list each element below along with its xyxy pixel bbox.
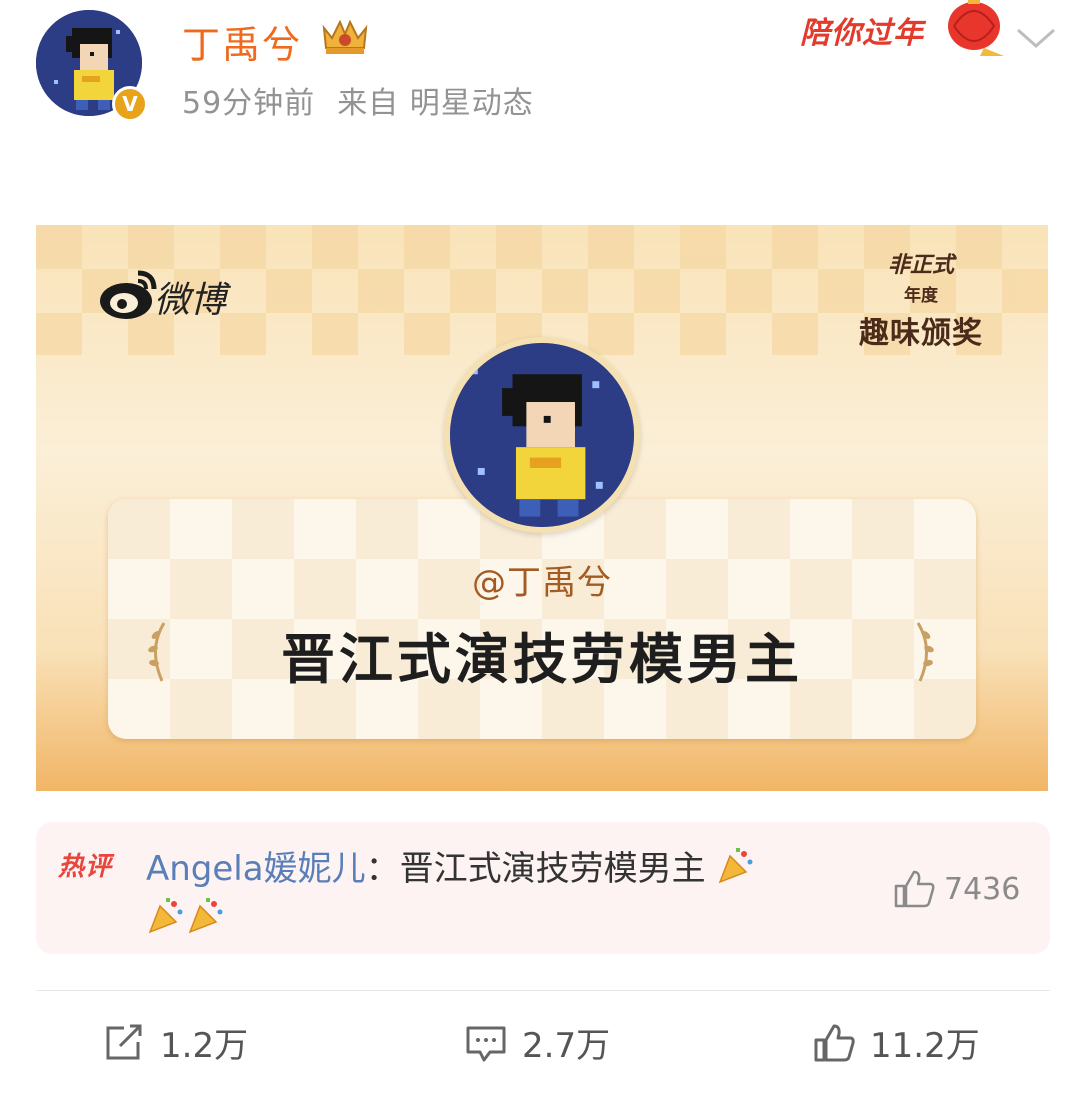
lantern-icon: [948, 0, 1004, 56]
post-source[interactable]: 来自 明星动态: [337, 86, 534, 121]
award-tag-line2: 年度: [904, 286, 938, 306]
like-button[interactable]: 11.2万: [812, 1018, 980, 1067]
divider: [36, 990, 1050, 991]
verified-badge-icon: V: [112, 86, 148, 122]
username[interactable]: 丁禹兮: [182, 14, 302, 69]
laurel-right-icon: [916, 622, 934, 682]
party-popper-icon: [148, 898, 183, 934]
award-tag: 非正式 年度 趣味颁奖: [846, 247, 996, 352]
repost-icon: [106, 1024, 142, 1059]
award-tag-line3: 趣味颁奖: [859, 316, 983, 351]
crown-icon[interactable]: [318, 14, 372, 58]
comment-count: 2.7万: [522, 1026, 611, 1066]
thumbs-up-icon: [814, 1024, 855, 1061]
party-popper-icon: [719, 848, 753, 884]
hot-comment-badge: 热评: [58, 852, 113, 882]
thumbs-up-icon: [894, 870, 935, 908]
award-avatar: [444, 337, 640, 533]
hot-comment[interactable]: 热评 Angela媛妮儿：晋江式演技劳模男主 7436: [36, 822, 1050, 954]
post-time: 59分钟前: [182, 86, 316, 121]
chevron-down-icon[interactable]: [1014, 22, 1058, 52]
repost-button[interactable]: 1.2万: [102, 1018, 248, 1067]
hot-comment-text: Angela媛妮儿：晋江式演技劳模男主: [146, 844, 866, 944]
award-card[interactable]: 微博 非正式 年度 趣味颁奖 @丁禹兮 晋江式演技劳模男主: [36, 225, 1048, 791]
comment-icon: [466, 1026, 506, 1061]
comment-separator: ：: [365, 849, 400, 889]
comment-username[interactable]: Angela媛妮儿: [146, 849, 366, 889]
award-title: 晋江式演技劳模男主: [281, 628, 803, 691]
comment-like-button[interactable]: 7436: [892, 868, 1020, 910]
post-meta: 59分钟前 来自 明星动态: [182, 78, 534, 122]
award-handle[interactable]: @丁禹兮: [108, 555, 976, 604]
like-count: 11.2万: [870, 1026, 980, 1066]
festive-badge[interactable]: 陪你过年: [800, 8, 924, 52]
award-tag-line1: 非正式: [887, 253, 954, 278]
avatar[interactable]: V: [36, 10, 148, 122]
comment-like-count: 7436: [944, 871, 1021, 907]
weibo-logo-text: 微博: [154, 280, 227, 321]
comment-button[interactable]: 2.7万: [464, 1018, 610, 1067]
comment-body: 晋江式演技劳模男主: [399, 849, 706, 889]
party-popper-icon: [188, 898, 223, 934]
repost-count: 1.2万: [160, 1026, 249, 1066]
